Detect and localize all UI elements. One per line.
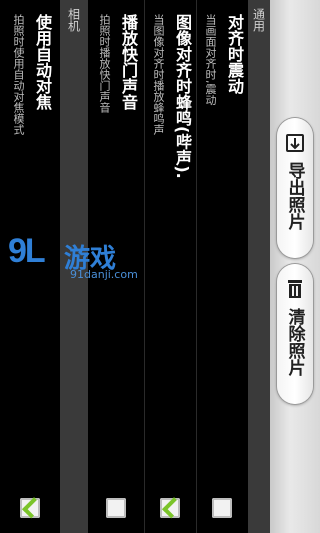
setting-title: 使用自动对焦 (33, 14, 52, 110)
export-photos-button[interactable]: 导出照片 (277, 118, 313, 258)
clear-label: 清除照片 (284, 308, 305, 376)
watermark: 9L 游戏 91danji.com (8, 232, 138, 288)
clear-photos-button[interactable]: 清除照片 (277, 264, 313, 404)
checkbox[interactable] (106, 498, 126, 518)
watermark-logo: 9L (8, 232, 46, 270)
checkbox-checked[interactable] (160, 498, 180, 518)
section-label: 相机 (66, 8, 81, 32)
setting-beep-on-align[interactable]: 图像对齐时蜂鸣(哔声). 当图像对齐时播放蜂鸣声 (144, 0, 196, 533)
checkbox[interactable] (212, 498, 232, 518)
setting-subtitle: 当画面对齐时,震动 (204, 14, 217, 106)
section-label: 通用 (251, 8, 266, 32)
setting-title: 对齐时震动 (225, 14, 244, 94)
export-icon (284, 132, 306, 158)
export-label: 导出照片 (284, 162, 305, 230)
setting-subtitle: 拍照时使用自动对焦模式 (12, 14, 25, 135)
settings-list: 通用 对齐时震动 当画面对齐时,震动 图像对齐时蜂鸣(哔声). 当图像对齐时播放… (0, 0, 270, 533)
setting-title: 图像对齐时蜂鸣(哔声). (173, 14, 192, 179)
setting-subtitle: 拍照时播放快门声音 (98, 14, 111, 113)
checkbox-checked[interactable] (20, 498, 40, 518)
trash-icon (285, 278, 305, 304)
action-panel: 导出照片 清除照片 (270, 0, 320, 533)
section-header-general: 通用 (248, 0, 270, 533)
setting-vibrate-on-align[interactable]: 对齐时震动 当画面对齐时,震动 (196, 0, 248, 533)
setting-title: 播放快门声音 (119, 14, 138, 110)
setting-subtitle: 当图像对齐时播放蜂鸣声 (152, 14, 165, 135)
watermark-url: 91danji.com (70, 268, 138, 281)
